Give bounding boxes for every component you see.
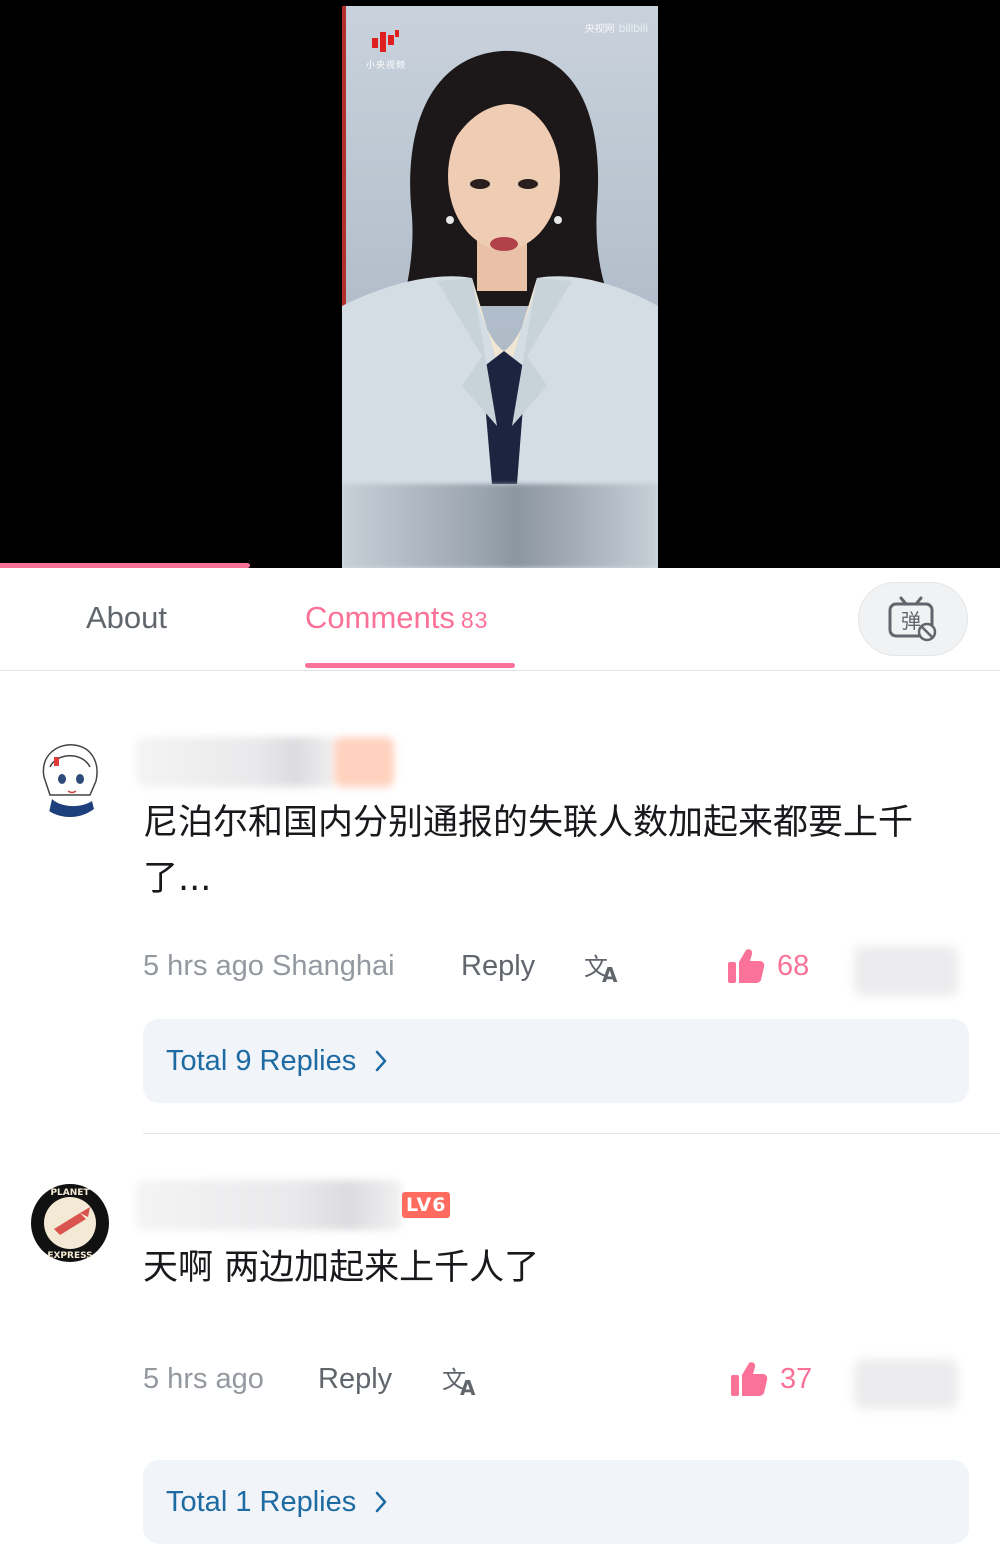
view-replies-link[interactable]: Total 9 Replies bbox=[166, 1019, 388, 1103]
thumbs-up-icon bbox=[728, 949, 765, 983]
user-avatar[interactable] bbox=[30, 737, 110, 817]
blurred-caption bbox=[342, 484, 658, 568]
active-tab-indicator bbox=[305, 663, 515, 668]
comments-count: 83 bbox=[460, 607, 489, 633]
video-player[interactable]: 小央视频 央视网 bilibili bbox=[0, 0, 1000, 568]
level-badge: LV6 bbox=[402, 1192, 451, 1218]
view-replies-link[interactable]: Total 1 Replies bbox=[166, 1460, 388, 1544]
chevron-right-icon bbox=[374, 1049, 388, 1073]
more-options-redacted[interactable] bbox=[854, 946, 958, 996]
comment-text: 天啊 两边加起来上千人了 bbox=[143, 1248, 540, 1288]
translate-icon[interactable]: 文 A bbox=[584, 949, 624, 985]
like-button[interactable]: 68 bbox=[727, 941, 809, 991]
svg-text:EXPRESS: EXPRESS bbox=[47, 1251, 92, 1261]
anime-girl-avatar-icon bbox=[30, 737, 110, 817]
like-count: 68 bbox=[777, 950, 810, 982]
replies-label: Total 1 Replies bbox=[166, 1486, 357, 1518]
danmaku-toggle-button[interactable]: 弹 bbox=[858, 582, 968, 656]
replies-box[interactable]: Total 1 Replies bbox=[143, 1460, 969, 1544]
video-frame[interactable]: 小央视频 央视网 bilibili bbox=[342, 6, 658, 568]
comment-divider bbox=[143, 1133, 1000, 1134]
svg-text:A: A bbox=[602, 963, 618, 985]
badge-redacted bbox=[334, 737, 394, 787]
svg-text:弹: 弹 bbox=[901, 609, 921, 633]
danmaku-toggle-icon: 弹 bbox=[888, 596, 937, 642]
more-options-redacted[interactable] bbox=[854, 1359, 958, 1409]
svg-text:A: A bbox=[460, 1376, 476, 1398]
comment-time-location: 5 hrs ago Shanghai bbox=[143, 941, 395, 991]
replies-label: Total 9 Replies bbox=[166, 1045, 357, 1077]
reply-button[interactable]: Reply bbox=[461, 941, 535, 991]
tab-bar: About Comments 83 弹 bbox=[0, 568, 1000, 671]
watermark-text: 央视网 bbox=[584, 24, 615, 35]
like-count: 37 bbox=[780, 1363, 813, 1395]
cctv-logo-icon bbox=[372, 30, 399, 52]
comment-meta: 5 hrs ago Reply 文 A 37 bbox=[143, 1354, 973, 1409]
comment-time: 5 hrs ago bbox=[143, 1363, 264, 1395]
planet-express-avatar-icon: PLANET EXPRESS bbox=[31, 1184, 109, 1262]
comment-meta: 5 hrs ago Shanghai Reply 文 A 68 bbox=[143, 941, 973, 996]
user-avatar[interactable]: PLANET EXPRESS bbox=[30, 1183, 110, 1263]
comment-location: Shanghai bbox=[271, 950, 395, 982]
translate-icon[interactable]: 文 A bbox=[442, 1362, 482, 1398]
username-redacted bbox=[136, 1180, 402, 1230]
reply-button[interactable]: Reply bbox=[318, 1354, 392, 1404]
comment-text: 尼泊尔和国内分别通报的失联人数加起来都要上千了... bbox=[143, 803, 914, 899]
tab-about[interactable]: About bbox=[86, 600, 167, 636]
tab-comments[interactable]: Comments 83 bbox=[305, 600, 488, 636]
svg-text:PLANET: PLANET bbox=[50, 1188, 90, 1198]
comment-time: 5 hrs ago bbox=[143, 950, 264, 982]
username-redacted bbox=[136, 737, 336, 787]
tab-comments-label: Comments bbox=[305, 600, 455, 635]
replies-box[interactable]: Total 9 Replies bbox=[143, 1019, 969, 1103]
video-watermark: 央视网 bilibili bbox=[585, 20, 648, 35]
channel-logo-text: 小央视频 bbox=[366, 60, 407, 70]
watermark-brand: bilibili bbox=[618, 21, 648, 35]
thumbs-up-icon bbox=[731, 1362, 768, 1396]
chevron-right-icon bbox=[374, 1490, 388, 1514]
like-button[interactable]: 37 bbox=[730, 1354, 812, 1404]
